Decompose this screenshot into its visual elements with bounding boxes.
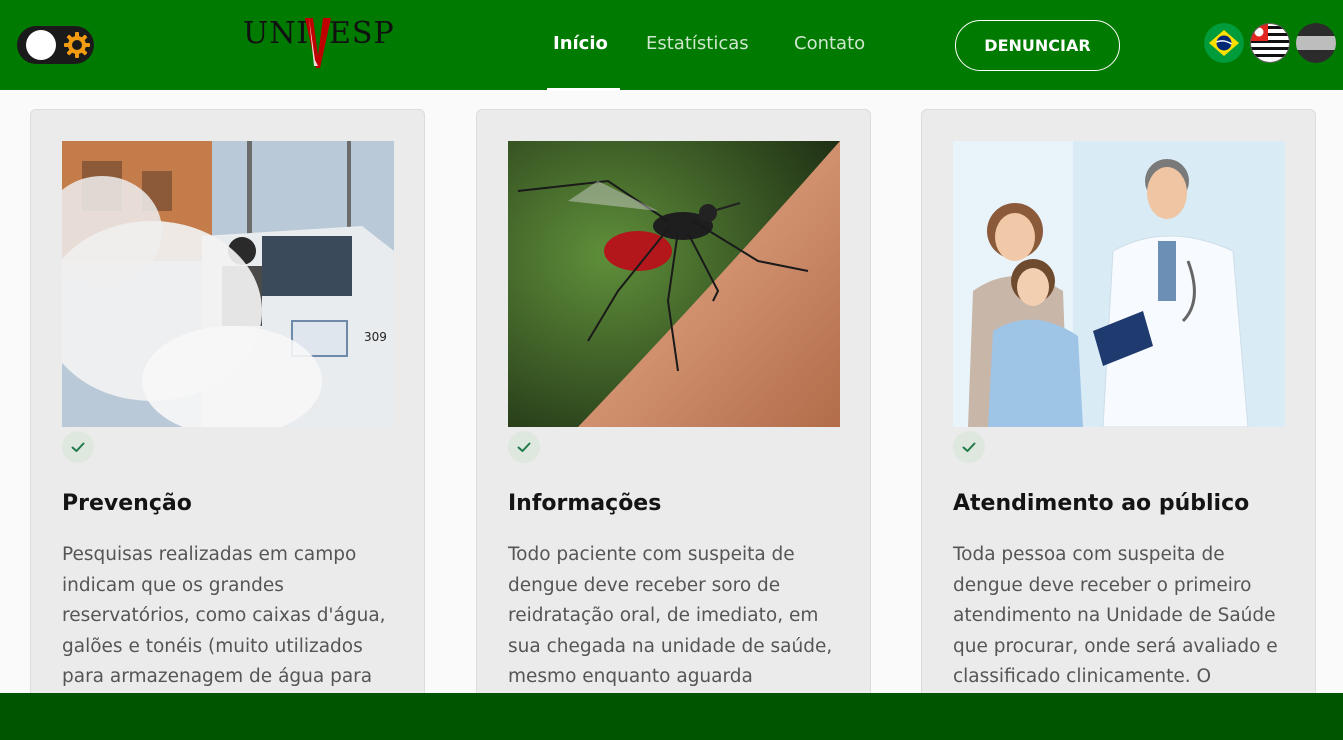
fumigation-truck-photo: 309 <box>62 141 394 427</box>
mosquito-photo <box>508 141 840 427</box>
card-text: Pesquisas realizadas em campo indicam qu… <box>62 544 386 687</box>
gray-flag-icon[interactable] <box>1296 23 1336 63</box>
card-atendimento: Atendimento ao público Toda pessoa com s… <box>921 109 1316 709</box>
nav-inicio[interactable]: Início <box>553 33 608 54</box>
logo-v-mark <box>305 18 331 68</box>
card-title: Informações <box>508 491 662 516</box>
card-text: Todo paciente com suspeita de dengue dev… <box>508 544 833 687</box>
card-text: Toda pessoa com suspeita de dengue deve … <box>953 544 1278 687</box>
gear-icon <box>62 30 92 60</box>
check-icon <box>508 431 540 463</box>
card-title: Prevenção <box>62 491 192 516</box>
toggle-knob <box>26 30 56 60</box>
card-title: Atendimento ao público <box>953 491 1250 516</box>
logo-text-right: ESP <box>329 16 395 51</box>
card-prevencao: 309 Prevenção Pesquisas realizadas em ca… <box>30 109 425 709</box>
active-nav-indicator <box>547 88 620 91</box>
nav-contato[interactable]: Contato <box>794 33 865 54</box>
check-icon <box>62 431 94 463</box>
doctor-family-photo <box>953 141 1285 427</box>
theme-toggle[interactable] <box>17 26 94 64</box>
nav-estatisticas[interactable]: Estatísticas <box>646 33 749 54</box>
svg-text:309: 309 <box>364 330 387 344</box>
univesp-logo[interactable]: UNI ESP <box>243 16 395 72</box>
denunciar-button[interactable]: DENUNCIAR <box>955 20 1120 71</box>
brazil-flag-icon[interactable] <box>1204 23 1244 63</box>
sao-paulo-flag-icon[interactable] <box>1250 23 1290 63</box>
card-informacoes: Informações Todo paciente com suspeita d… <box>476 109 871 709</box>
site-footer <box>0 693 1343 740</box>
logo-text-left: UNI <box>243 16 310 51</box>
check-icon <box>953 431 985 463</box>
site-header: UNI ESP Início Estatísticas Contato DENU… <box>0 0 1343 91</box>
